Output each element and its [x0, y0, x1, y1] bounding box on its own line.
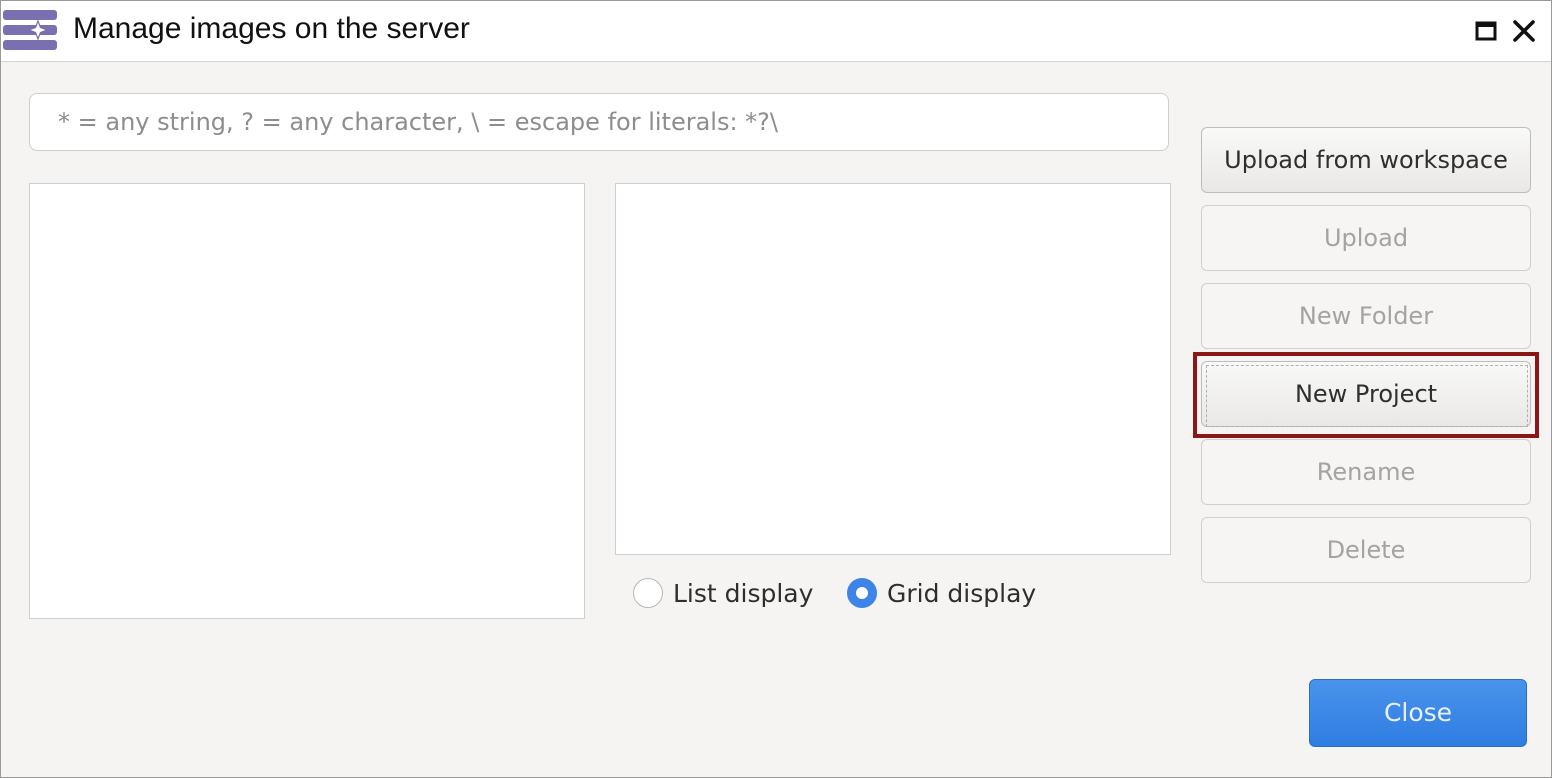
folder-list[interactable]	[29, 183, 585, 619]
list-display-radio[interactable]	[633, 578, 663, 608]
search-input[interactable]	[29, 93, 1169, 151]
delete-button[interactable]: Delete	[1201, 517, 1531, 583]
upload-button[interactable]: Upload	[1201, 205, 1531, 271]
upload-from-workspace-button[interactable]: Upload from workspace	[1201, 127, 1531, 193]
grid-display-label: Grid display	[887, 578, 1037, 608]
grid-display-radio[interactable]	[847, 578, 877, 608]
list-display-option[interactable]: List display	[633, 575, 813, 611]
image-list[interactable]	[615, 183, 1171, 555]
close-icon[interactable]	[1511, 17, 1537, 45]
close-button[interactable]: Close	[1309, 679, 1527, 747]
title-bar: Manage images on the server	[1, 1, 1551, 62]
grid-display-option[interactable]: Grid display	[847, 575, 1036, 611]
new-project-button[interactable]: New Project	[1201, 361, 1531, 427]
window-title: Manage images on the server	[73, 12, 470, 45]
maximize-icon[interactable]	[1473, 17, 1499, 45]
new-folder-button[interactable]: New Folder	[1201, 283, 1531, 349]
list-display-label: List display	[673, 578, 814, 608]
manage-images-dialog: Manage images on the server List display…	[0, 0, 1552, 778]
image-manager-icon	[3, 9, 57, 51]
rename-button[interactable]: Rename	[1201, 439, 1531, 505]
